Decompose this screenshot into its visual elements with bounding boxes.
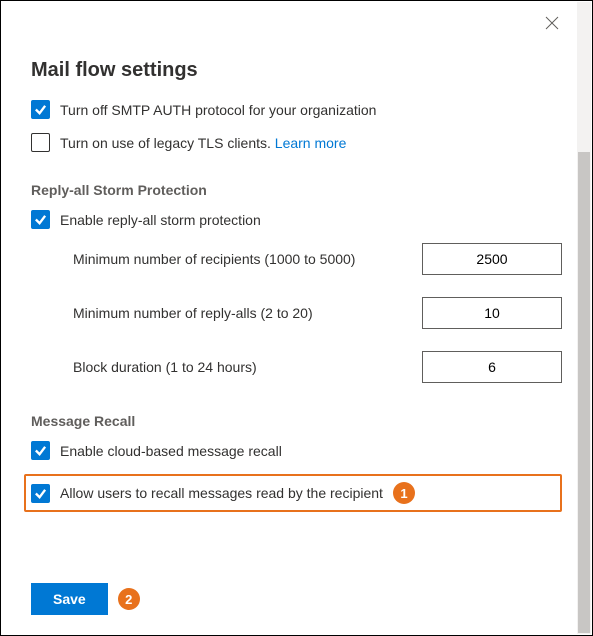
recall-heading: Message Recall	[31, 413, 562, 429]
close-button[interactable]	[542, 13, 562, 33]
block-duration-input[interactable]	[422, 351, 562, 383]
min-replyalls-label: Minimum number of reply-alls (2 to 20)	[73, 305, 422, 321]
min-replyalls-input[interactable]	[422, 297, 562, 329]
block-duration-label: Block duration (1 to 24 hours)	[73, 359, 422, 375]
page-title: Mail flow settings	[31, 59, 562, 82]
enable-storm-checkbox[interactable]	[31, 210, 50, 229]
save-button[interactable]: Save	[31, 583, 108, 615]
legacy-tls-label: Turn on use of legacy TLS clients. Learn…	[60, 135, 346, 151]
callout-badge-1: 1	[393, 482, 415, 504]
legacy-tls-checkbox[interactable]	[31, 133, 50, 152]
smtp-auth-label: Turn off SMTP AUTH protocol for your org…	[60, 102, 376, 118]
storm-heading: Reply-all Storm Protection	[31, 182, 562, 198]
checkmark-icon	[34, 103, 47, 116]
checkmark-icon	[34, 213, 47, 226]
learn-more-link[interactable]: Learn more	[275, 135, 347, 151]
callout-badge-2: 2	[118, 588, 140, 610]
min-recipients-input[interactable]	[422, 243, 562, 275]
checkmark-icon	[34, 444, 47, 457]
min-recipients-label: Minimum number of recipients (1000 to 50…	[73, 251, 422, 267]
checkmark-icon	[34, 487, 47, 500]
enable-cloud-recall-checkbox[interactable]	[31, 441, 50, 460]
allow-recall-read-highlight: Allow users to recall messages read by t…	[24, 474, 562, 512]
allow-recall-read-checkbox[interactable]	[31, 484, 50, 503]
allow-recall-read-label: Allow users to recall messages read by t…	[60, 485, 383, 501]
enable-cloud-recall-label: Enable cloud-based message recall	[60, 443, 282, 459]
smtp-auth-checkbox[interactable]	[31, 100, 50, 119]
enable-storm-label: Enable reply-all storm protection	[60, 212, 261, 228]
legacy-tls-text: Turn on use of legacy TLS clients.	[60, 135, 275, 151]
close-icon	[545, 16, 559, 30]
